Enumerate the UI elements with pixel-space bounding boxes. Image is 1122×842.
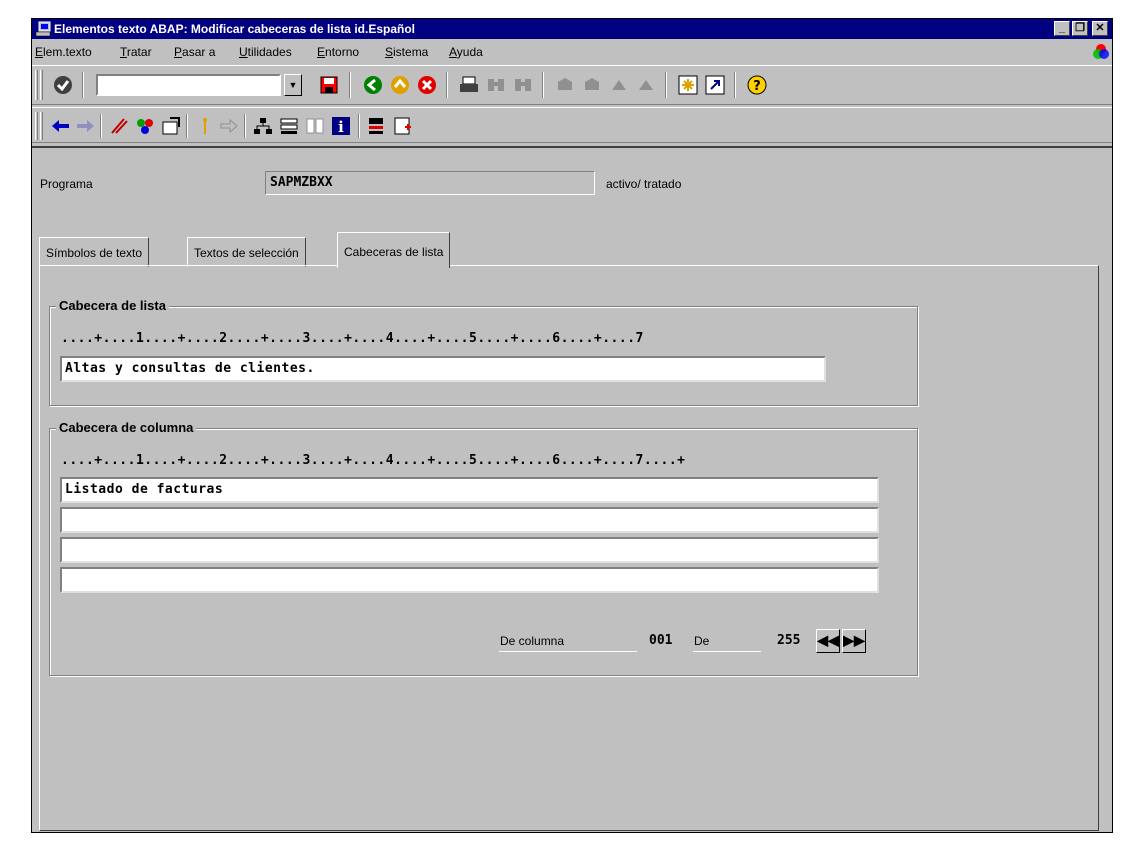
of-label: De — [694, 634, 710, 648]
column-header-line-3[interactable] — [60, 537, 879, 563]
toolbar-separator — [734, 72, 736, 98]
enter-check-icon[interactable] — [52, 74, 74, 96]
next-page-icon — [612, 80, 626, 90]
command-field[interactable] — [96, 74, 281, 96]
from-column-label: De columna — [500, 634, 565, 648]
activate-icon[interactable] — [160, 115, 182, 137]
list-header-group: Cabecera de lista ....+....1....+....2..… — [49, 298, 918, 406]
help-icon[interactable]: ? — [746, 74, 768, 96]
menu-entorno[interactable]: Entorno — [317, 45, 359, 59]
save-icon[interactable] — [318, 74, 340, 96]
close-button[interactable]: ✕ — [1092, 21, 1108, 36]
command-dropdown-icon[interactable]: ▼ — [284, 74, 302, 96]
first-page-icon — [558, 78, 572, 90]
svg-text:i: i — [338, 118, 344, 136]
toolbar-grip — [40, 112, 43, 140]
check-syntax-icon[interactable] — [134, 115, 156, 137]
toolbar-separator — [244, 114, 246, 138]
program-field: SAPMZBXX — [265, 171, 595, 195]
column-header-ruler: ....+....1....+....2....+....3....+....4… — [61, 453, 686, 468]
column-header-line-1[interactable]: Listado de facturas — [60, 477, 879, 503]
print-icon[interactable] — [458, 74, 480, 96]
list-icon[interactable] — [278, 115, 300, 137]
column-header-group: Cabecera de columna ....+....1....+....2… — [49, 420, 918, 676]
cancel-icon[interactable] — [416, 74, 438, 96]
standard-toolbar: ▼ ? — [32, 65, 1112, 105]
hierarchy-icon[interactable] — [252, 115, 274, 137]
toolbar-separator — [186, 114, 188, 138]
where-used-icon — [203, 118, 207, 134]
toolbar-separator — [446, 72, 448, 98]
menu-elem-texto[interactable]: Elem.texto — [35, 45, 92, 59]
toolbar-separator — [349, 72, 351, 98]
next-column-button[interactable]: ▶▶ — [842, 629, 866, 653]
find-next-icon — [515, 79, 531, 91]
sap-window: Elementos texto ABAP: Modificar cabecera… — [31, 18, 1113, 833]
list-header-ruler: ....+....1....+....2....+....3....+....4… — [61, 331, 644, 346]
main-content: Programa SAPMZBXX activo/ tratado Símbol… — [32, 146, 1112, 832]
split-screen-icon — [306, 118, 324, 134]
menu-bar: Elem.texto Tratar Pasar a Utilidades Ent… — [32, 41, 1112, 61]
sap-status-icon — [1093, 44, 1109, 59]
from-column-label-field: De columna — [499, 630, 637, 652]
application-toolbar: i — [32, 107, 1112, 143]
column-header-line-4[interactable] — [60, 567, 879, 593]
svg-text:?: ? — [753, 79, 761, 94]
menu-pasar-a[interactable]: Pasar a — [174, 45, 215, 59]
menu-utilidades[interactable]: Utilidades — [239, 45, 292, 59]
back-icon[interactable] — [362, 74, 384, 96]
insert-block-icon[interactable] — [392, 115, 414, 137]
previous-column-button[interactable]: ◀◀ — [816, 629, 840, 653]
column-nav: ◀◀ ▶▶ — [816, 629, 868, 653]
toolbar-grip — [40, 70, 43, 100]
column-header-line-2[interactable] — [60, 507, 879, 533]
pointer-icon — [220, 118, 238, 134]
program-status: activo/ tratado — [606, 177, 682, 191]
previous-page-icon — [585, 78, 599, 90]
shortcut-icon[interactable] — [704, 74, 726, 96]
edit-icon[interactable] — [108, 115, 130, 137]
minimize-button[interactable]: _ — [1054, 21, 1070, 36]
toolbar-grip — [35, 112, 38, 140]
toolbar-separator — [82, 72, 84, 98]
title-bar: Elementos texto ABAP: Modificar cabecera… — [32, 19, 1112, 39]
tab-simbolos-de-texto[interactable]: Símbolos de texto — [39, 237, 150, 267]
window-title: Elementos texto ABAP: Modificar cabecera… — [54, 22, 415, 36]
toolbar-separator — [665, 72, 667, 98]
program-value: SAPMZBXX — [270, 175, 333, 190]
menu-tratar[interactable]: Tratar — [120, 45, 152, 59]
program-label: Programa — [40, 177, 93, 191]
info-icon[interactable]: i — [330, 115, 352, 137]
new-session-icon[interactable] — [677, 74, 699, 96]
toolbar-separator — [358, 114, 360, 138]
menu-ayuda[interactable]: Ayuda — [449, 45, 483, 59]
list-header-input[interactable]: Altas y consultas de clientes. — [60, 356, 826, 382]
toolbar-grip — [35, 70, 38, 100]
menu-sistema[interactable]: Sistema — [385, 45, 428, 59]
total-columns-value: 255 — [777, 633, 801, 648]
sap-app-icon — [35, 21, 51, 37]
forward-arrow-icon — [77, 120, 94, 132]
maximize-button[interactable]: ❐ — [1072, 21, 1088, 36]
toolbar-separator — [542, 72, 544, 98]
find-icon — [488, 79, 504, 91]
insert-line-icon[interactable] — [366, 115, 388, 137]
exit-icon[interactable] — [389, 74, 411, 96]
tab-panel: Cabecera de lista ....+....1....+....2..… — [39, 265, 1099, 831]
tab-cabeceras-de-lista[interactable]: Cabeceras de lista — [337, 232, 451, 268]
list-header-title: Cabecera de lista — [56, 298, 169, 313]
toolbar-separator — [100, 114, 102, 138]
of-label-field: De — [693, 630, 761, 652]
display-change-toggle-icon[interactable] — [50, 115, 72, 137]
last-page-icon — [639, 80, 653, 90]
from-column-value: 001 — [649, 633, 673, 648]
column-header-title: Cabecera de columna — [56, 420, 197, 435]
tab-textos-de-seleccion[interactable]: Textos de selección — [187, 237, 306, 267]
